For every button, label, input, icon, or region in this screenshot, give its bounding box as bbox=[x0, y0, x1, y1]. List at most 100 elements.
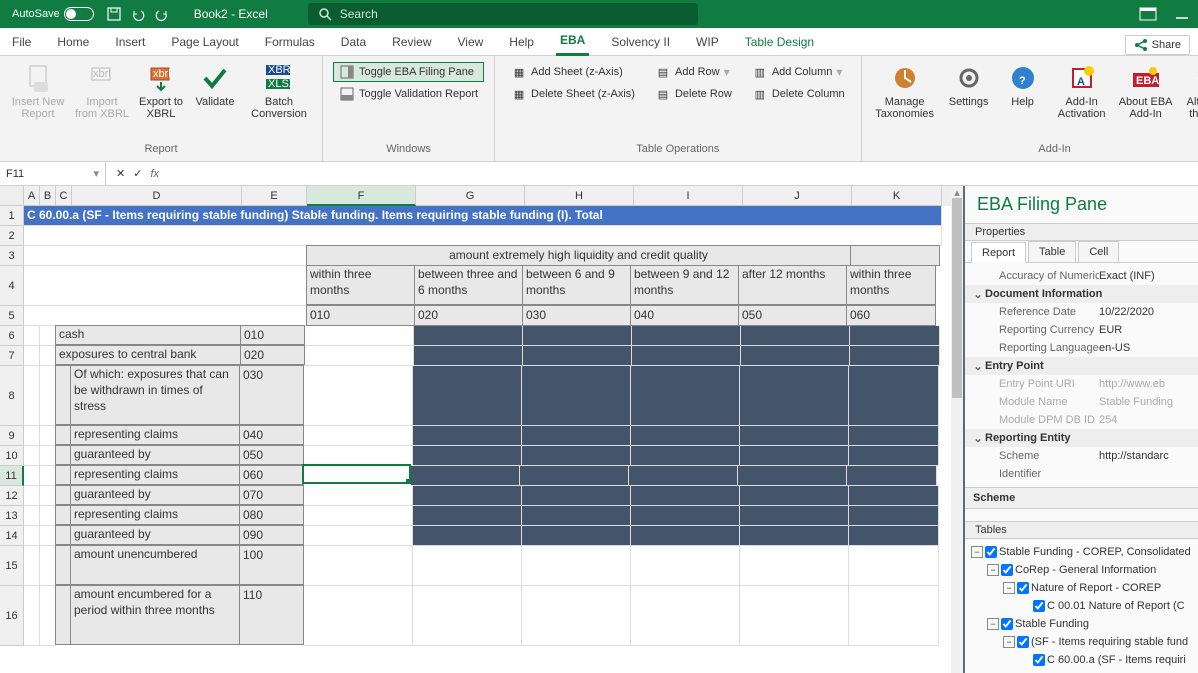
vertical-scrollbar[interactable]: ▴ bbox=[951, 186, 963, 673]
tab-home[interactable]: Home bbox=[53, 31, 93, 55]
add-row-button[interactable]: ▤Add Row ▾ bbox=[649, 62, 738, 82]
tab-help[interactable]: Help bbox=[505, 31, 538, 55]
batch-conversion-button[interactable]: XBRLXLSXBatch Conversion bbox=[244, 60, 314, 122]
toggle-filing-pane-button[interactable]: Toggle EBA Filing Pane bbox=[333, 62, 484, 82]
row-header-14[interactable]: 14 bbox=[0, 526, 24, 546]
row-header-3[interactable]: 3 bbox=[0, 246, 24, 266]
tab-review[interactable]: Review bbox=[388, 31, 435, 55]
row-header-15[interactable]: 15 bbox=[0, 546, 24, 586]
tree-item[interactable]: C 60.00.a (SF - Items requiri bbox=[1019, 651, 1192, 669]
tree-checkbox[interactable] bbox=[1033, 654, 1045, 666]
worksheet[interactable]: ABCDEFGHIJK 12345678910111213141516 C 60… bbox=[0, 186, 964, 673]
row-header-6[interactable]: 6 bbox=[0, 326, 24, 346]
tree-item[interactable]: −Stable Funding - COREP, Consolidated bbox=[971, 543, 1192, 561]
add-column-button[interactable]: ▥Add Column ▾ bbox=[746, 62, 851, 82]
chevron-down-icon[interactable]: ⌄ bbox=[971, 432, 985, 445]
row-header-9[interactable]: 9 bbox=[0, 426, 24, 446]
validate-button[interactable]: Validate bbox=[190, 60, 240, 110]
about-addin-button[interactable]: EBAAbout EBA Add-In bbox=[1116, 60, 1176, 122]
tree-checkbox[interactable] bbox=[1017, 582, 1029, 594]
save-icon[interactable] bbox=[104, 4, 124, 24]
tab-page-layout[interactable]: Page Layout bbox=[167, 31, 242, 55]
row-header-8[interactable]: 8 bbox=[0, 366, 24, 426]
add-sheet-button[interactable]: ▦Add Sheet (z-Axis) bbox=[505, 62, 641, 82]
tab-wip[interactable]: WIP bbox=[692, 31, 723, 55]
pane-tab-table[interactable]: Table bbox=[1028, 241, 1076, 262]
tab-eba[interactable]: EBA bbox=[556, 29, 589, 56]
tree-checkbox[interactable] bbox=[1017, 636, 1029, 648]
minimize-icon[interactable] bbox=[1172, 4, 1192, 24]
scrollbar-thumb[interactable] bbox=[952, 198, 962, 398]
tree-checkbox[interactable] bbox=[985, 546, 997, 558]
pane-tab-report[interactable]: Report bbox=[971, 242, 1026, 263]
chevron-down-icon[interactable]: ⌄ bbox=[971, 288, 985, 301]
row-header-4[interactable]: 4 bbox=[0, 266, 24, 306]
tab-formulas[interactable]: Formulas bbox=[261, 31, 319, 55]
column-header-J[interactable]: J bbox=[743, 186, 852, 206]
tree-toggle-icon[interactable]: − bbox=[1003, 582, 1015, 594]
select-all-corner[interactable] bbox=[0, 186, 24, 206]
addin-activation-button[interactable]: AAdd-In Activation bbox=[1052, 60, 1112, 122]
row-header-16[interactable]: 16 bbox=[0, 586, 24, 646]
settings-button[interactable]: Settings bbox=[944, 60, 994, 110]
row-header-1[interactable]: 1 bbox=[0, 206, 24, 226]
search-box[interactable] bbox=[308, 3, 698, 25]
tab-insert[interactable]: Insert bbox=[111, 31, 149, 55]
tree-toggle-icon[interactable]: − bbox=[971, 546, 983, 558]
import-xbrl-button[interactable]: xbrlImport from XBRL bbox=[72, 60, 132, 122]
help-button[interactable]: ?Help bbox=[998, 60, 1048, 110]
row-header-2[interactable]: 2 bbox=[0, 226, 24, 246]
column-header-K[interactable]: K bbox=[852, 186, 942, 206]
cancel-icon[interactable]: ✕ bbox=[116, 167, 125, 180]
tab-solvency[interactable]: Solvency II bbox=[607, 31, 674, 55]
row-header-13[interactable]: 13 bbox=[0, 506, 24, 526]
column-header-G[interactable]: G bbox=[416, 186, 525, 206]
column-header-I[interactable]: I bbox=[634, 186, 743, 206]
column-header-F[interactable]: F bbox=[307, 186, 416, 206]
tree-toggle-icon[interactable]: − bbox=[987, 564, 999, 576]
tab-file[interactable]: File bbox=[8, 31, 35, 55]
manage-taxonomies-button[interactable]: Manage Taxonomies bbox=[870, 60, 940, 122]
fx-icon[interactable]: fx bbox=[150, 168, 159, 180]
export-xbrl-button[interactable]: xbrlExport to XBRL bbox=[136, 60, 186, 122]
tree-toggle-icon[interactable]: − bbox=[987, 618, 999, 630]
search-input[interactable] bbox=[340, 7, 688, 21]
tree-checkbox[interactable] bbox=[1001, 564, 1013, 576]
undo-icon[interactable] bbox=[128, 4, 148, 24]
column-header-E[interactable]: E bbox=[242, 186, 307, 206]
column-header-H[interactable]: H bbox=[525, 186, 634, 206]
delete-sheet-button[interactable]: ▦Delete Sheet (z-Axis) bbox=[505, 84, 641, 104]
column-header-C[interactable]: C bbox=[56, 186, 72, 206]
redo-icon[interactable] bbox=[152, 4, 172, 24]
chevron-down-icon[interactable]: ⌄ bbox=[971, 360, 985, 373]
column-header-B[interactable]: B bbox=[40, 186, 56, 206]
autosave-toggle[interactable]: AutoSave bbox=[4, 7, 102, 21]
delete-column-button[interactable]: ▥Delete Column bbox=[746, 84, 851, 104]
tree-checkbox[interactable] bbox=[1033, 600, 1045, 612]
altova-web-button[interactable]: Altova on the Web bbox=[1180, 60, 1198, 122]
enter-icon[interactable]: ✓ bbox=[133, 167, 142, 180]
tree-item[interactable]: −Nature of Report - COREP bbox=[1003, 579, 1192, 597]
ribbon-display-icon[interactable] bbox=[1138, 4, 1158, 24]
row-header-11[interactable]: 11 bbox=[0, 466, 24, 486]
row-header-7[interactable]: 7 bbox=[0, 346, 24, 366]
tree-item[interactable]: −CoRep - General Information bbox=[987, 561, 1192, 579]
tree-checkbox[interactable] bbox=[1001, 618, 1013, 630]
row-header-5[interactable]: 5 bbox=[0, 306, 24, 326]
row-header-12[interactable]: 12 bbox=[0, 486, 24, 506]
tab-table-design[interactable]: Table Design bbox=[741, 31, 818, 55]
tree-item[interactable]: −Stable Funding bbox=[987, 615, 1192, 633]
share-button[interactable]: Share bbox=[1125, 35, 1190, 55]
tree-item[interactable]: C 00.01 Nature of Report (C bbox=[1019, 597, 1192, 615]
column-header-A[interactable]: A bbox=[24, 186, 40, 206]
tree-item[interactable]: −(SF - Items requiring stable fund bbox=[1003, 633, 1192, 651]
tab-view[interactable]: View bbox=[454, 31, 488, 55]
name-box[interactable]: F11▾ bbox=[0, 162, 106, 185]
insert-new-report-button[interactable]: Insert New Report bbox=[8, 60, 68, 122]
pane-tab-cell[interactable]: Cell bbox=[1078, 241, 1119, 262]
delete-row-button[interactable]: ▤Delete Row bbox=[649, 84, 738, 104]
row-header-10[interactable]: 10 bbox=[0, 446, 24, 466]
tab-data[interactable]: Data bbox=[337, 31, 370, 55]
toggle-validation-report-button[interactable]: Toggle Validation Report bbox=[333, 84, 484, 104]
column-header-D[interactable]: D bbox=[72, 186, 242, 206]
